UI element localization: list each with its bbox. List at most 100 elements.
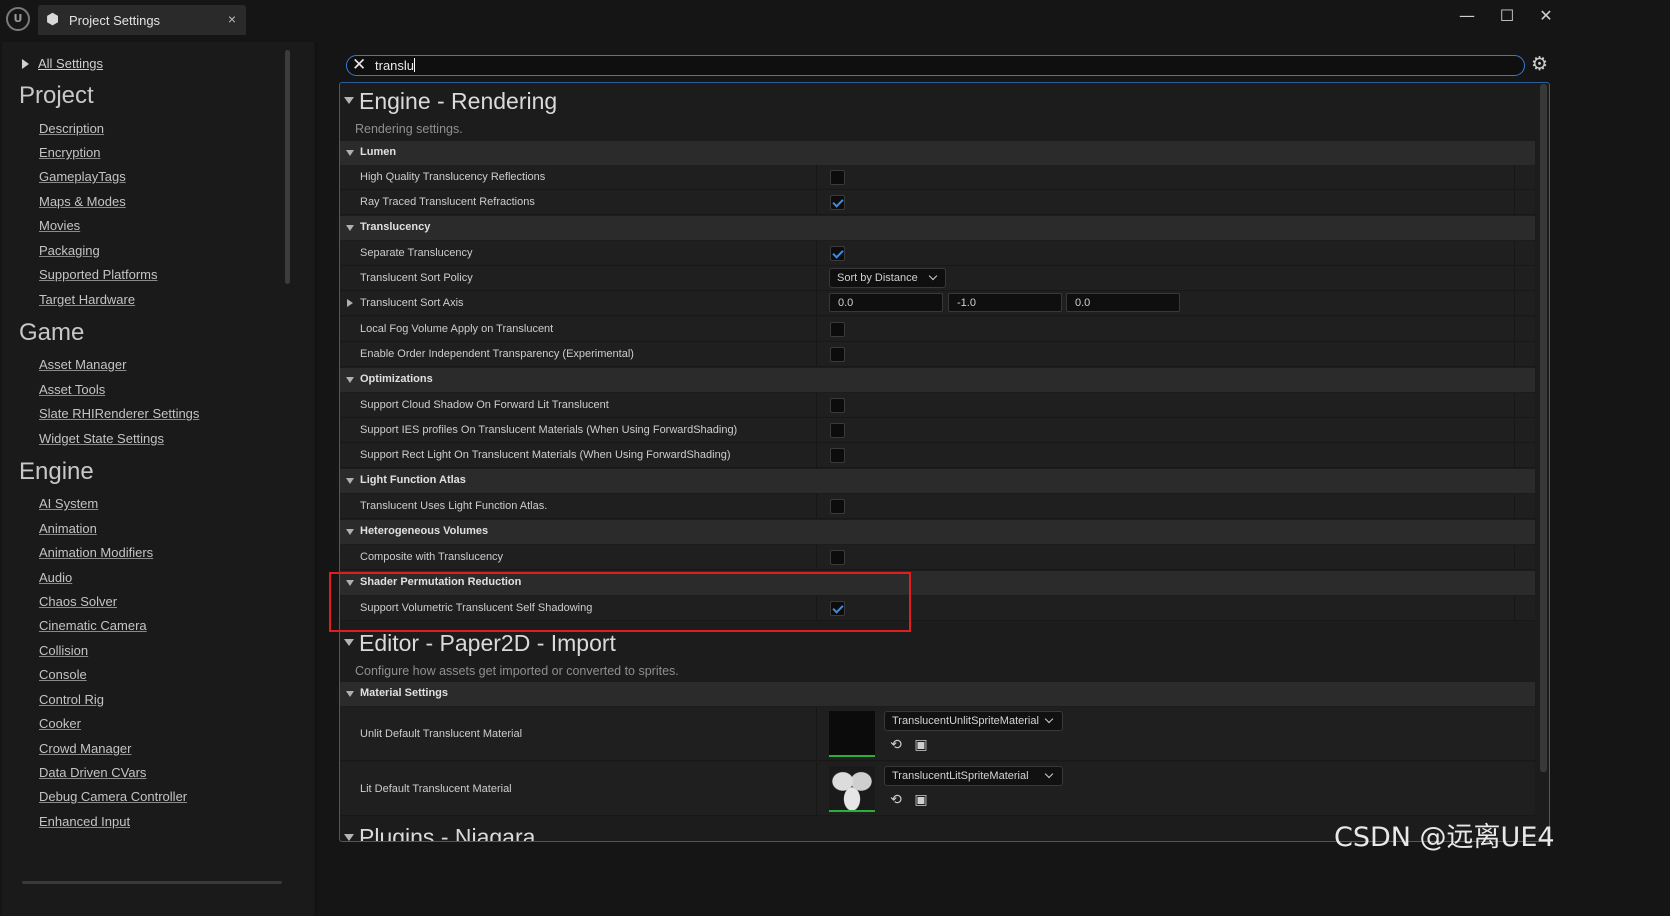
checkbox-local-fog-volume[interactable]: [830, 322, 845, 337]
unreal-logo-icon: U: [6, 7, 30, 31]
section-collapse-icon[interactable]: [344, 97, 354, 104]
sort-axis-y-field[interactable]: -1.0: [948, 293, 1062, 312]
checkbox-order-independent-transparency[interactable]: [830, 347, 845, 362]
title-bar: U ⬢ Project Settings × — ☐ ✕: [0, 0, 1670, 40]
checkbox-ray-traced-translucent-refractions[interactable]: [830, 195, 845, 210]
expand-arrow-icon[interactable]: [347, 299, 353, 307]
sidebar-heading-project: Project: [19, 82, 94, 109]
sidebar-item-animation-modifiers[interactable]: Animation Modifiers: [39, 545, 153, 560]
sidebar-item-chaos-solver[interactable]: Chaos Solver: [39, 594, 117, 609]
settings-search[interactable]: ✕: [346, 55, 1525, 76]
sidebar-item-animation[interactable]: Animation: [39, 521, 97, 536]
column-divider[interactable]: [816, 443, 817, 467]
checkbox-high-quality-translucency-reflections[interactable]: [830, 170, 845, 185]
setting-label: Enable Order Independent Transparency (E…: [360, 348, 634, 360]
lit-material-picker[interactable]: TranslucentLitSpriteMaterial: [884, 766, 1063, 786]
sidebar-item-cooker[interactable]: Cooker: [39, 716, 81, 731]
category-heterogeneous-volumes[interactable]: Heterogeneous Volumes: [340, 520, 1535, 544]
sidebar-item-crowd-manager[interactable]: Crowd Manager: [39, 741, 132, 756]
column-divider[interactable]: [816, 317, 817, 341]
sidebar-item-collision[interactable]: Collision: [39, 643, 88, 658]
column-divider[interactable]: [816, 291, 817, 315]
use-selected-asset-icon[interactable]: ⟲: [888, 737, 904, 753]
checkbox-separate-translucency[interactable]: [830, 246, 845, 261]
expand-arrow-icon: [22, 59, 29, 69]
use-selected-asset-icon[interactable]: ⟲: [888, 792, 904, 808]
maximize-button[interactable]: ☐: [1487, 4, 1527, 28]
sidebar-item-ai-system[interactable]: AI System: [39, 496, 98, 511]
sort-policy-dropdown[interactable]: Sort by Distance: [829, 268, 946, 288]
sidebar-item-console[interactable]: Console: [39, 667, 87, 682]
column-divider[interactable]: [816, 165, 817, 189]
material-thumbnail[interactable]: [829, 766, 875, 812]
column-divider[interactable]: [816, 707, 817, 760]
column-divider[interactable]: [816, 762, 817, 815]
sidebar-horizontal-scrollbar[interactable]: [22, 881, 282, 884]
asset-name: TranslucentUnlitSpriteMaterial: [892, 715, 1039, 727]
sidebar-item-encryption[interactable]: Encryption: [39, 145, 100, 160]
column-divider[interactable]: [816, 190, 817, 214]
sidebar-divider[interactable]: [316, 42, 317, 916]
sidebar-item-asset-tools[interactable]: Asset Tools: [39, 382, 105, 397]
sidebar-item-debug-camera[interactable]: Debug Camera Controller: [39, 789, 187, 804]
all-settings-link[interactable]: All Settings: [22, 56, 103, 71]
sidebar-item-description[interactable]: Description: [39, 121, 104, 136]
asset-name: TranslucentLitSpriteMaterial: [892, 770, 1029, 782]
tab-close-button[interactable]: ×: [228, 11, 236, 27]
setting-label: Support Cloud Shadow On Forward Lit Tran…: [360, 399, 609, 411]
category-lumen[interactable]: Lumen: [340, 141, 1535, 165]
unlit-material-picker[interactable]: TranslucentUnlitSpriteMaterial: [884, 711, 1063, 731]
section-collapse-icon[interactable]: [344, 834, 354, 841]
sort-axis-x-field[interactable]: 0.0: [829, 293, 943, 312]
sidebar-item-control-rig[interactable]: Control Rig: [39, 692, 104, 707]
category-translucency[interactable]: Translucency: [340, 216, 1535, 240]
column-divider[interactable]: [816, 393, 817, 417]
sidebar-item-enhanced-input[interactable]: Enhanced Input: [39, 814, 130, 829]
checkbox-light-function-atlas[interactable]: [830, 499, 845, 514]
setting-label: Lit Default Translucent Material: [360, 783, 512, 795]
minimize-button[interactable]: —: [1447, 4, 1487, 28]
sidebar-item-asset-manager[interactable]: Asset Manager: [39, 357, 126, 372]
sidebar-item-movies[interactable]: Movies: [39, 218, 80, 233]
gear-icon[interactable]: ⚙: [1531, 53, 1548, 75]
category-collapse-icon: [346, 377, 354, 383]
close-icon[interactable]: ✕: [352, 56, 366, 75]
sidebar-item-slate-rhirenderer[interactable]: Slate RHIRenderer Settings: [39, 406, 199, 421]
checkbox-rect-light[interactable]: [830, 448, 845, 463]
column-divider[interactable]: [816, 545, 817, 569]
window-close-button[interactable]: ✕: [1526, 4, 1566, 28]
checkbox-ies-profiles[interactable]: [830, 423, 845, 438]
setting-row: Composite with Translucency: [340, 545, 1535, 570]
checkbox-cloud-shadow-forward-lit[interactable]: [830, 398, 845, 413]
column-divider[interactable]: [816, 494, 817, 518]
category-light-function-atlas[interactable]: Light Function Atlas: [340, 469, 1535, 493]
panel-scrollbar[interactable]: [1540, 84, 1547, 772]
column-divider[interactable]: [816, 342, 817, 366]
sidebar-item-supported-platforms[interactable]: Supported Platforms: [39, 267, 158, 282]
browse-asset-icon[interactable]: ▣: [913, 792, 929, 808]
material-thumbnail[interactable]: [829, 711, 875, 757]
column-divider[interactable]: [816, 266, 817, 290]
category-material-settings[interactable]: Material Settings: [340, 682, 1535, 706]
sidebar-item-cinematic-camera[interactable]: Cinematic Camera: [39, 618, 147, 633]
sidebar-item-gameplaytags[interactable]: GameplayTags: [39, 169, 126, 184]
sidebar-scrollbar[interactable]: [285, 50, 290, 284]
section-collapse-icon[interactable]: [344, 639, 354, 646]
sidebar-item-maps-modes[interactable]: Maps & Modes: [39, 194, 126, 209]
sidebar-item-data-driven-cvars[interactable]: Data Driven CVars: [39, 765, 146, 780]
category-label: Optimizations: [360, 373, 433, 385]
category-optimizations[interactable]: Optimizations: [340, 368, 1535, 392]
sidebar-item-target-hardware[interactable]: Target Hardware: [39, 292, 135, 307]
column-divider[interactable]: [816, 241, 817, 265]
checkbox-composite-with-translucency[interactable]: [830, 550, 845, 565]
browse-asset-icon[interactable]: ▣: [913, 737, 929, 753]
setting-label: Separate Translucency: [360, 247, 473, 259]
tab-project-settings[interactable]: ⬢ Project Settings ×: [38, 5, 246, 35]
sort-axis-z-field[interactable]: 0.0: [1066, 293, 1180, 312]
sidebar-item-packaging[interactable]: Packaging: [39, 243, 100, 258]
column-divider[interactable]: [816, 418, 817, 442]
sidebar-item-widget-state[interactable]: Widget State Settings: [39, 431, 164, 446]
sidebar-item-audio[interactable]: Audio: [39, 570, 72, 585]
search-input[interactable]: [375, 58, 1475, 73]
text-caret: [414, 58, 415, 72]
